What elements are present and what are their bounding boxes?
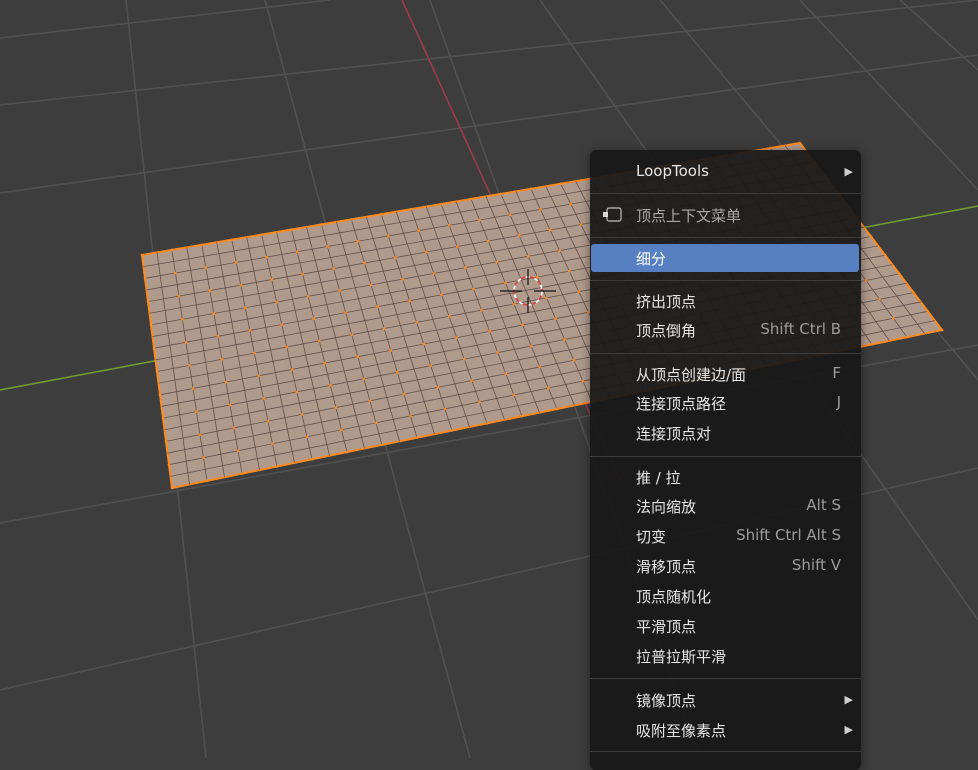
menu-item-new-edge-face[interactable]: 从顶点创建边/面 F xyxy=(591,360,859,388)
menu-header-label: 顶点上下文菜单 xyxy=(636,207,742,225)
menu-item-bevel-vertices[interactable]: 顶点倒角 Shift Ctrl B xyxy=(591,316,859,344)
menu-item-looptools[interactable]: LoopTools ▶ xyxy=(591,158,859,186)
vertex-context-menu: LoopTools ▶ 顶点上下文菜单 细分 挤出顶点 顶点倒角 Shift C… xyxy=(590,150,861,770)
menu-item-label: 挤出顶点 xyxy=(636,293,697,311)
menu-item-connect-vertex-path[interactable]: 连接顶点路径 J xyxy=(591,389,859,417)
menu-item-shear[interactable]: 切变 Shift Ctrl Alt S xyxy=(591,522,859,550)
menu-item-shortcut: Shift Ctrl B xyxy=(760,320,841,338)
menu-separator xyxy=(590,193,861,194)
menu-item-shortcut: Shift Ctrl Alt S xyxy=(736,526,841,544)
menu-item-shortcut: Alt S xyxy=(806,496,841,514)
menu-item-push-pull[interactable]: 推 / 拉 xyxy=(591,463,859,491)
menu-item-label: 拉普拉斯平滑 xyxy=(636,648,727,666)
menu-item-extrude-vertices[interactable]: 挤出顶点 xyxy=(591,287,859,315)
menu-item-label: LoopTools xyxy=(636,162,709,180)
menu-item-label: 吸附至像素点 xyxy=(636,722,727,740)
menu-item-label: 连接顶点路径 xyxy=(636,395,727,413)
menu-item-laplacian-smooth[interactable]: 拉普拉斯平滑 xyxy=(591,642,859,670)
menu-item-subdivide[interactable]: 细分 xyxy=(591,244,859,272)
menu-item-shrink-fatten[interactable]: 法向缩放 Alt S xyxy=(591,492,859,520)
submenu-arrow-icon: ▶ xyxy=(844,723,853,736)
menu-separator xyxy=(590,456,861,457)
menu-item-randomize-vertices[interactable]: 顶点随机化 xyxy=(591,582,859,610)
menu-separator xyxy=(590,353,861,354)
menu-item-label: 滑移顶点 xyxy=(636,558,697,576)
menu-item-label: 顶点倒角 xyxy=(636,322,697,340)
menu-item-label: 细分 xyxy=(636,250,667,268)
menu-item-label: 推 / 拉 xyxy=(636,469,681,487)
submenu-arrow-icon: ▶ xyxy=(844,693,853,706)
menu-item-label: 连接顶点对 xyxy=(636,425,712,443)
menu-item-label: 镜像顶点 xyxy=(636,692,697,710)
menu-item-shortcut: Shift V xyxy=(791,556,841,574)
menu-item-shortcut: F xyxy=(832,364,841,382)
menu-item-slide-vertices[interactable]: 滑移顶点 Shift V xyxy=(591,552,859,580)
menu-item-connect-vertex-pairs[interactable]: 连接顶点对 xyxy=(591,419,859,447)
menu-item-mirror-vertices[interactable]: 镜像顶点 ▶ xyxy=(591,686,859,714)
menu-item-shortcut: J xyxy=(836,393,841,411)
menu-item-snap-to-pixel[interactable]: 吸附至像素点 ▶ xyxy=(591,716,859,744)
menu-separator xyxy=(590,678,861,679)
menu-item-label: 从顶点创建边/面 xyxy=(636,366,747,384)
submenu-arrow-icon: ▶ xyxy=(844,165,853,178)
menu-item-label: 平滑顶点 xyxy=(636,618,697,636)
menu-item-label: 切变 xyxy=(636,528,667,546)
menu-separator xyxy=(590,237,861,238)
menu-separator xyxy=(590,751,861,752)
menu-separator xyxy=(590,280,861,281)
menu-item-label: 顶点随机化 xyxy=(636,588,712,606)
vertex-context-icon xyxy=(603,207,622,222)
menu-item-smooth-vertices[interactable]: 平滑顶点 xyxy=(591,612,859,640)
menu-item-label: 法向缩放 xyxy=(636,498,697,516)
menu-header-vertex-context: 顶点上下文菜单 xyxy=(591,201,859,229)
